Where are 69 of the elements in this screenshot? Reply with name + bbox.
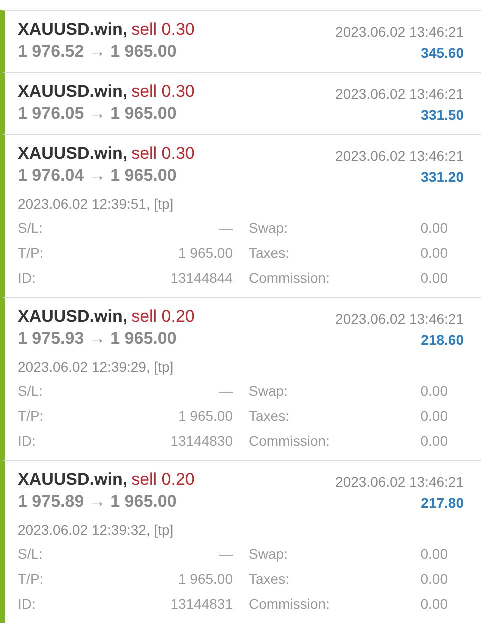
detail-label: Taxes:: [248, 244, 290, 263]
detail-value: 0.00: [420, 382, 448, 401]
detail-value: 0.00: [420, 545, 448, 564]
detail-value: —: [218, 382, 233, 401]
symbol-label: XAUUSD.win,: [18, 307, 128, 326]
detail-label: Commission:: [248, 269, 331, 288]
detail-label: Swap:: [248, 382, 289, 401]
detail-value: 1 965.00: [178, 244, 233, 263]
deal-row[interactable]: XAUUSD.win, sell 0.30 1 976.04 → 1 965.00 2023.06.02 13:46:21 331.20 2023.06.02 12:39:51, [tp] S/L: — Swap: 0.00 T/P: 1 965.00 Taxes: 0.00 ID: 13144844 Commission: 0.00: [0, 134, 481, 297]
deal-side-label: sell 0.30: [132, 82, 195, 101]
open-time-label: 2023.06.02 12:39:29, [tp]: [18, 358, 175, 377]
detail-label: Swap:: [248, 219, 289, 238]
deal-row[interactable]: XAUUSD.win, sell 0.20 1 975.93 → 1 965.00 2023.06.02 13:46:21 218.60 2023.06.02 12:39:29, [tp] S/L: — Swap: 0.00 T/P: 1 965.00 Taxes: 0.00 ID: 13144830 Commission: 0.00: [0, 297, 481, 460]
profit-value: 218.60: [421, 331, 464, 350]
detail-label: S/L:: [18, 382, 44, 401]
detail-value: 0.00: [420, 269, 448, 288]
price-range-label: 1 976.05 → 1 965.00: [18, 103, 178, 125]
detail-value: —: [218, 545, 233, 564]
close-time-label: 2023.06.02 13:46:21: [336, 147, 464, 166]
detail-label: ID:: [18, 595, 37, 614]
close-time-label: 2023.06.02 13:46:21: [336, 85, 464, 104]
detail-label: ID:: [18, 432, 37, 451]
close-time-label: 2023.06.02 13:46:21: [336, 23, 464, 42]
price-range-label: 1 975.93 → 1 965.00: [18, 328, 178, 350]
detail-value: 1 965.00: [178, 570, 233, 589]
symbol-label: XAUUSD.win,: [18, 144, 128, 163]
price-range-label: 1 976.04 → 1 965.00: [18, 165, 178, 187]
detail-value: 13144844: [170, 269, 233, 288]
detail-label: T/P:: [18, 407, 45, 426]
detail-value: 0.00: [420, 595, 448, 614]
detail-label: S/L:: [18, 219, 44, 238]
deal-side-label: sell 0.30: [132, 20, 195, 39]
price-range-label: 1 976.52 → 1 965.00: [18, 41, 178, 63]
deal-side-label: sell 0.20: [132, 307, 195, 326]
detail-value: 1 965.00: [178, 407, 233, 426]
profit-value: 217.80: [421, 494, 464, 513]
profit-value: 331.50: [421, 106, 464, 125]
detail-label: Swap:: [248, 545, 289, 564]
profit-value: 345.60: [421, 44, 464, 63]
detail-value: 0.00: [420, 407, 448, 426]
symbol-label: XAUUSD.win,: [18, 470, 128, 489]
detail-label: Taxes:: [248, 570, 290, 589]
detail-value: 13144831: [170, 595, 233, 614]
detail-value: 0.00: [420, 432, 448, 451]
detail-label: Taxes:: [248, 407, 290, 426]
close-time-label: 2023.06.02 13:46:21: [336, 473, 464, 492]
deal-row[interactable]: XAUUSD.win, sell 0.30 1 976.05 → 1 965.00 2023.06.02 13:46:21 331.50: [0, 72, 481, 134]
detail-label: Commission:: [248, 595, 331, 614]
detail-value: 0.00: [420, 570, 448, 589]
open-time-label: 2023.06.02 12:39:32, [tp]: [18, 521, 175, 540]
price-range-label: 1 975.89 → 1 965.00: [18, 491, 178, 513]
detail-value: —: [218, 219, 233, 238]
detail-label: ID:: [18, 269, 37, 288]
detail-label: T/P:: [18, 570, 45, 589]
symbol-label: XAUUSD.win,: [18, 82, 128, 101]
detail-value: 0.00: [420, 219, 448, 238]
profit-value: 331.20: [421, 168, 464, 187]
detail-label: S/L:: [18, 545, 44, 564]
deal-row[interactable]: XAUUSD.win, sell 0.30 1 976.52 → 1 965.00 2023.06.02 13:46:21 345.60: [0, 10, 481, 72]
symbol-label: XAUUSD.win,: [18, 20, 128, 39]
detail-label: T/P:: [18, 244, 45, 263]
detail-value: 0.00: [420, 244, 448, 263]
deal-side-label: sell 0.30: [132, 144, 195, 163]
detail-label: Commission:: [248, 432, 331, 451]
deal-row[interactable]: XAUUSD.win, sell 0.20 1 975.89 → 1 965.00 2023.06.02 13:46:21 217.80 2023.06.02 12:39:32, [tp] S/L: — Swap: 0.00 T/P: 1 965.00 Taxes: 0.00 ID: 13144831 Commission: 0.00: [0, 460, 481, 623]
open-time-label: 2023.06.02 12:39:51, [tp]: [18, 195, 175, 214]
deal-side-label: sell 0.20: [132, 470, 195, 489]
close-time-label: 2023.06.02 13:46:21: [336, 310, 464, 329]
detail-value: 13144830: [170, 432, 233, 451]
